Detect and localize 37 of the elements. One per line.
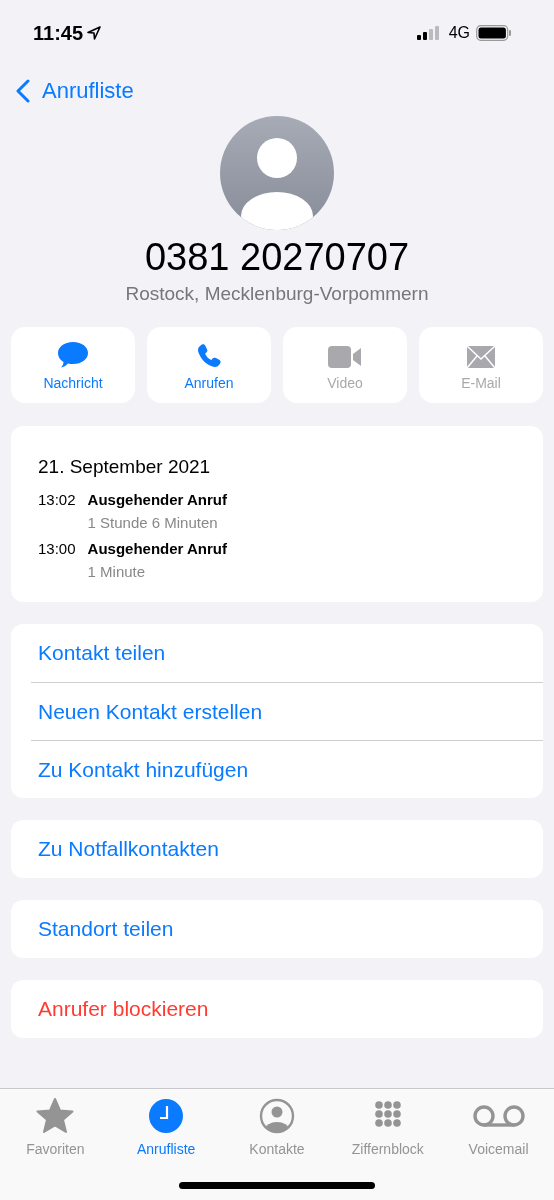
chevron-left-icon <box>16 79 30 103</box>
tab-item[interactable]: Favoriten <box>5 1097 106 1157</box>
option-link[interactable]: Standort teilen <box>31 900 543 958</box>
tab-item[interactable]: Anrufliste <box>116 1097 217 1157</box>
option-link[interactable]: Neuen Kontakt erstellen <box>31 682 543 740</box>
tab-item[interactable]: Kontakte <box>227 1097 327 1157</box>
tab-item[interactable]: Voicemail <box>448 1097 549 1157</box>
speech-bubble-icon <box>57 341 89 369</box>
call-type: Ausgehender Anruf <box>87 490 227 510</box>
option-link[interactable]: Zu Notfallkontakten <box>31 820 543 878</box>
person-circle-icon <box>259 1098 295 1134</box>
clock-icon <box>148 1098 185 1134</box>
action-button[interactable]: Anrufen <box>147 327 271 403</box>
phone-number: 0381 20270707 <box>144 236 410 279</box>
status-time: 11:45 <box>33 21 84 45</box>
envelope-icon <box>466 345 496 369</box>
star-icon <box>36 1098 75 1134</box>
option-link[interactable]: Kontakt teilen <box>31 624 543 682</box>
call-duration: 1 Minute <box>87 563 147 580</box>
back-button[interactable]: Anrufliste <box>16 78 134 104</box>
location-arrow-icon <box>87 26 102 40</box>
voicemail-icon <box>472 1102 525 1130</box>
call-duration: 1 Stunde 6 Minuten <box>87 514 219 531</box>
phone-icon <box>196 343 222 369</box>
call-type: Ausgehender Anruf <box>87 539 227 559</box>
call-time: 13:00 <box>38 539 76 559</box>
action-button[interactable]: Nachricht <box>11 327 135 403</box>
battery-icon <box>476 25 512 41</box>
avatar-icon <box>220 116 334 230</box>
location-text: Rostock, Mecklenburg-Vorpommern <box>125 283 429 305</box>
call-time: 13:02 <box>38 490 76 510</box>
option-link[interactable]: Anrufer blockieren <box>31 980 543 1038</box>
network-type: 4G <box>448 24 470 42</box>
option-link[interactable]: Zu Kontakt hinzufügen <box>31 740 543 798</box>
video-camera-icon <box>328 345 362 369</box>
tab-item[interactable]: Ziffernblock <box>337 1097 438 1157</box>
call-date: 21. September 2021 <box>38 456 212 478</box>
